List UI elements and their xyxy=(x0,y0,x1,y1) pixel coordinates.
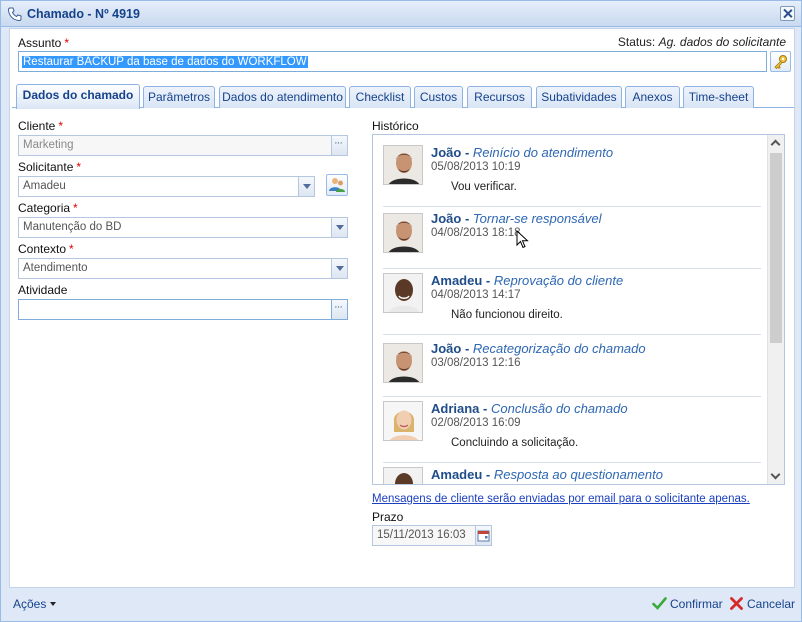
calendar-icon xyxy=(477,530,490,542)
scroll-thumb[interactable] xyxy=(770,153,782,343)
deadline-label: Prazo xyxy=(372,510,404,524)
confirm-button[interactable]: Confirmar xyxy=(652,596,723,611)
history-title: João - Recategorização do chamado xyxy=(431,341,646,356)
ticket-window: Chamado - Nº 4919 Assunto * Status: Ag. d… xyxy=(0,0,802,622)
history-panel[interactable]: João - Reinício do atendimento 05/08/201… xyxy=(372,134,785,485)
status-text: Status: Ag. dados do solicitante xyxy=(617,35,786,49)
atividade-field[interactable] xyxy=(18,299,348,320)
scroll-down-icon[interactable] xyxy=(770,469,781,480)
history-date: 03/08/2013 12:16 xyxy=(431,357,521,369)
history-title: João - Reinício do atendimento xyxy=(431,145,614,160)
history-item: João - Tornar-se responsável 04/08/2013 … xyxy=(383,211,761,269)
history-title: Amadeu - Resposta ao questionamento xyxy=(431,467,663,482)
history-message: Vou verificar. xyxy=(451,181,517,193)
cancel-button[interactable]: Cancelar xyxy=(729,596,795,611)
avatar xyxy=(383,467,423,484)
categoria-dropdown-button[interactable] xyxy=(331,217,348,238)
scroll-up-icon[interactable] xyxy=(770,139,781,150)
key-button[interactable] xyxy=(770,51,791,72)
solicitante-value: Amadeu xyxy=(23,180,66,192)
avatar xyxy=(383,273,423,313)
tab-dados-do-atendimento[interactable]: Dados do atendimento xyxy=(219,86,346,108)
history-date: 04/08/2013 18:18 xyxy=(431,227,521,239)
history-date: 05/08/2013 10:19 xyxy=(431,161,521,173)
history-item: Adriana - Conclusão do chamado 02/08/201… xyxy=(383,401,761,463)
categoria-value: Manutenção do BD xyxy=(23,221,122,233)
users-icon xyxy=(329,178,345,192)
history-title: Amadeu - Reprovação do cliente xyxy=(431,273,624,288)
notice-link[interactable]: Mensagens de cliente serão enviadas por … xyxy=(372,493,750,505)
avatar xyxy=(383,343,423,383)
status-value: Ag. dados do solicitante xyxy=(658,35,786,49)
cliente-label: Cliente * xyxy=(18,119,64,133)
history-message: Não funcionou direito. xyxy=(451,309,563,321)
window-title: Chamado - Nº 4919 xyxy=(27,7,140,21)
solicitante-field[interactable]: Amadeu xyxy=(18,176,315,197)
form-body: Assunto * Status: Ag. dados do solicitant… xyxy=(9,28,795,588)
history-title: Adriana - Conclusão do chamado xyxy=(431,401,628,416)
solicitante-label: Solicitante * xyxy=(18,160,82,174)
phone-icon xyxy=(7,7,22,22)
contexto-value: Atendimento xyxy=(23,262,88,274)
avatar xyxy=(383,145,423,185)
tab-subatividades[interactable]: Subatividades xyxy=(536,86,622,108)
subject-label: Assunto * xyxy=(18,36,70,50)
history-item: João - Reinício do atendimento 05/08/201… xyxy=(383,145,761,207)
tab-checklist[interactable]: Checklist xyxy=(349,86,411,108)
history-message: Concluindo a solicitação. xyxy=(451,437,579,449)
avatar xyxy=(383,401,423,441)
select-user-button[interactable] xyxy=(326,174,348,196)
cliente-lookup-button[interactable] xyxy=(331,135,348,156)
calendar-button[interactable] xyxy=(475,525,492,546)
subject-input[interactable]: Restaurar BACKUP da base de dados do WOR… xyxy=(18,51,767,72)
contexto-label: Contexto * xyxy=(18,242,74,256)
cancel-x-icon xyxy=(730,597,743,610)
cliente-value: Marketing xyxy=(23,139,74,151)
actions-menu[interactable]: Ações xyxy=(13,597,56,611)
tab-time-sheet[interactable]: Time-sheet xyxy=(683,86,754,108)
history-item: Amadeu - Reprovação do cliente 04/08/201… xyxy=(383,273,761,335)
subject-value: Restaurar BACKUP da base de dados do WOR… xyxy=(22,56,308,68)
tab-strip: Dados do chamado Parâmetros Dados do ate… xyxy=(12,84,794,109)
window-footer: Ações Confirmar Cancelar xyxy=(1,589,801,621)
tab-custos[interactable]: Custos xyxy=(414,86,463,108)
contexto-dropdown-button[interactable] xyxy=(331,258,348,279)
history-title: João - Tornar-se responsável xyxy=(431,211,602,226)
avatar xyxy=(383,213,423,253)
tab-dados-do-chamado[interactable]: Dados do chamado xyxy=(16,84,140,109)
close-button[interactable] xyxy=(780,6,795,21)
atividade-lookup-button[interactable] xyxy=(331,299,348,320)
categoria-field[interactable]: Manutenção do BD xyxy=(18,217,348,238)
window-titlebar[interactable]: Chamado - Nº 4919 xyxy=(1,1,801,27)
history-item: Amadeu - Resposta ao questionamento xyxy=(383,467,761,484)
solicitante-dropdown-button[interactable] xyxy=(298,176,315,197)
tab-recursos[interactable]: Recursos xyxy=(467,86,532,108)
deadline-value: 15/11/2013 16:03 xyxy=(377,529,466,541)
history-date: 02/08/2013 16:09 xyxy=(431,417,521,429)
mouse-cursor-icon xyxy=(516,230,529,249)
history-scrollbar[interactable] xyxy=(767,135,784,484)
history-label: Histórico xyxy=(372,119,419,133)
tab-parametros[interactable]: Parâmetros xyxy=(143,86,215,108)
cliente-field[interactable]: Marketing xyxy=(18,135,348,156)
contexto-field[interactable]: Atendimento xyxy=(18,258,348,279)
key-icon xyxy=(774,55,787,70)
categoria-label: Categoria * xyxy=(18,201,78,215)
check-icon xyxy=(652,597,667,610)
history-item: João - Recategorização do chamado 03/08/… xyxy=(383,341,761,397)
deadline-field[interactable]: 15/11/2013 16:03 xyxy=(372,525,492,546)
atividade-label: Atividade xyxy=(18,283,68,297)
tab-anexos[interactable]: Anexos xyxy=(625,86,680,108)
history-date: 04/08/2013 14:17 xyxy=(431,289,521,301)
